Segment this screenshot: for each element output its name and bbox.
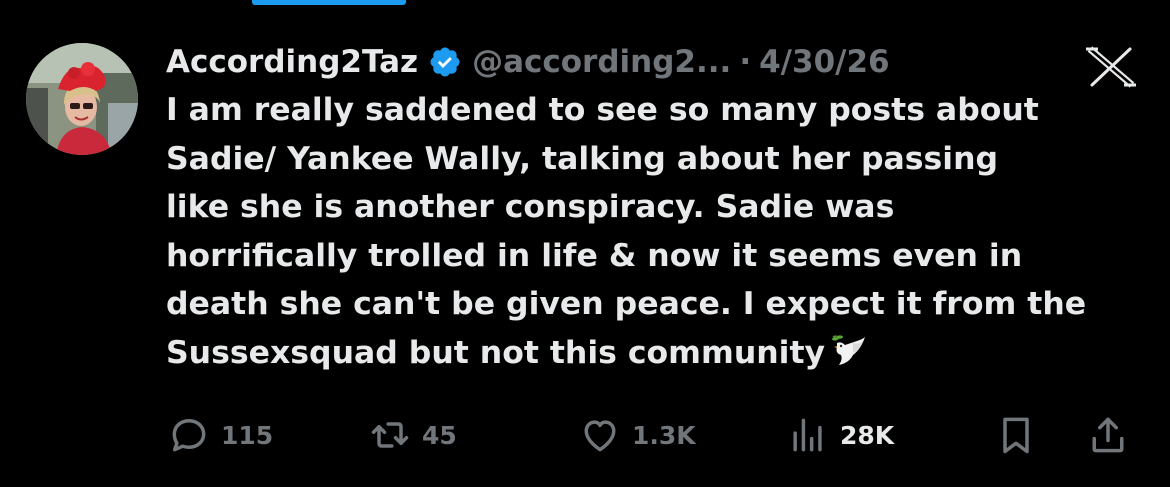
reply-button[interactable]: 115 — [167, 405, 273, 465]
bookmark-button[interactable] — [994, 405, 1038, 465]
repost-icon — [371, 422, 409, 448]
tweet-text: I am really saddened to see so many post… — [166, 86, 1156, 377]
views-button[interactable]: 28K — [786, 405, 894, 465]
x-logo-icon[interactable] — [1084, 46, 1138, 88]
tweet-action-bar: 115 45 1.3K 28K — [0, 405, 1170, 465]
reply-count: 115 — [221, 420, 274, 450]
user-handle[interactable]: @according2... — [472, 44, 731, 80]
like-count: 1.3K — [632, 420, 696, 450]
bookmark-icon — [1003, 417, 1029, 454]
repost-count: 45 — [422, 420, 457, 450]
like-button[interactable]: 1.3K — [578, 405, 696, 465]
avatar-photo — [26, 43, 138, 155]
separator-dot: · — [739, 44, 752, 80]
tweet-body: I am really saddened to see so many post… — [166, 92, 1087, 371]
reply-icon — [172, 418, 206, 452]
repost-button[interactable]: 45 — [368, 405, 457, 465]
active-tab-indicator — [252, 0, 406, 5]
tweet-date[interactable]: 4/30/26 — [759, 44, 890, 80]
display-name[interactable]: According2Taz — [166, 44, 418, 80]
tweet-header: According2Taz @according2... · 4/30/26 — [166, 36, 890, 88]
verified-badge-icon — [430, 47, 460, 77]
heart-icon — [584, 420, 616, 452]
avatar[interactable] — [26, 43, 138, 155]
views-chart-icon — [793, 418, 822, 452]
dove-emoji-icon — [832, 334, 866, 365]
views-count: 28K — [840, 420, 895, 450]
share-button[interactable] — [1086, 405, 1130, 465]
share-icon — [1092, 417, 1124, 453]
